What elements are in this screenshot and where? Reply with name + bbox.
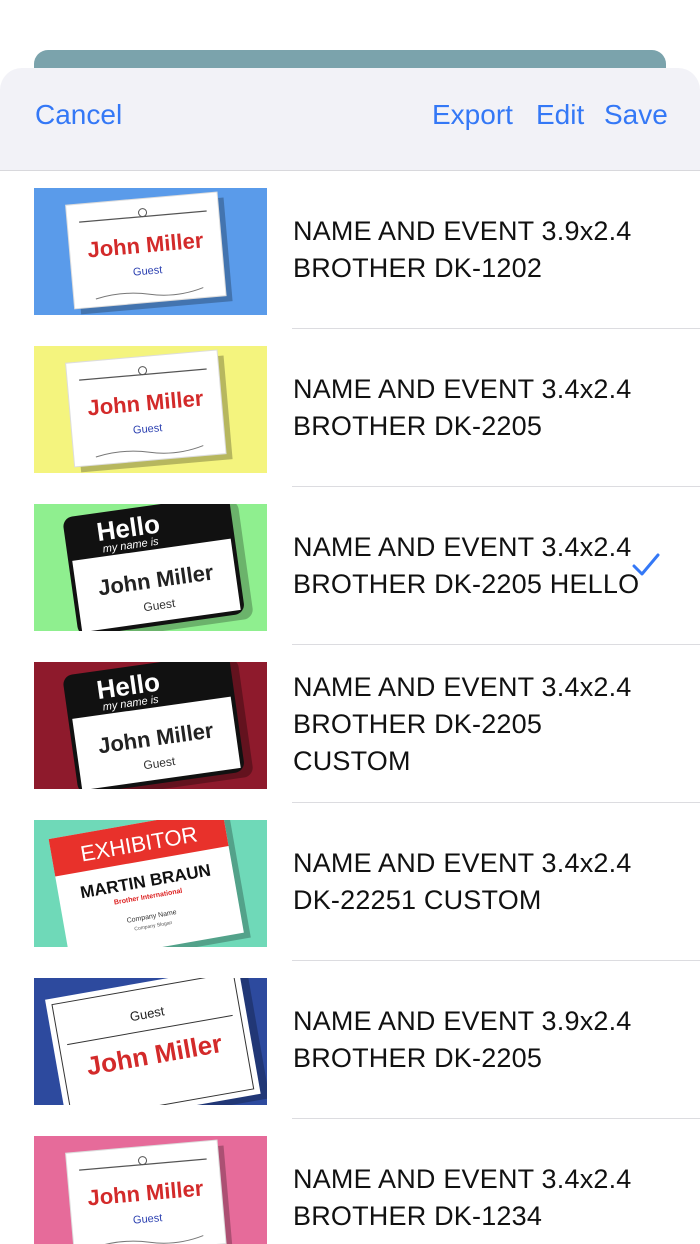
cancel-button[interactable]: Cancel: [35, 98, 122, 132]
template-title: NAME AND EVENT 3.9x2.4 BROTHER DK-2205: [293, 1006, 632, 1073]
template-title: NAME AND EVENT 3.4x2.4 BROTHER DK-2205 H…: [293, 532, 640, 599]
template-title: NAME AND EVENT 3.4x2.4 BROTHER DK-2205 C…: [293, 671, 632, 776]
template-list: John Miller Guest NAME AND EVENT 3.9x2.4…: [0, 171, 700, 1244]
badge-subtitle: Guest: [133, 264, 163, 279]
template-title: NAME AND EVENT 3.9x2.4 BROTHER DK-1202: [293, 216, 632, 283]
checkmark-icon: [632, 553, 660, 576]
badge-subtitle: Guest: [133, 1212, 163, 1227]
save-button[interactable]: Save: [604, 98, 668, 132]
template-picker-sheet: Cancel Export Edit Save John Miller Gues…: [0, 68, 700, 1244]
list-item[interactable]: John Miller Guest NAME AND EVENT 3.9x2.4…: [0, 171, 700, 329]
template-title: NAME AND EVENT 3.4x2.4 BROTHER DK-1234: [293, 1164, 632, 1231]
list-item[interactable]: Hello my name is John Miller Guest NAME …: [0, 487, 700, 645]
template-thumbnail: Hello my name is John Miller Guest: [34, 504, 267, 631]
list-item[interactable]: EXHIBITOR MARTIN BRAUN Brother Internati…: [0, 803, 700, 961]
list-item[interactable]: Guest John Miller NAME AND EVENT 3.9x2.4…: [0, 961, 700, 1119]
template-thumbnail: Hello my name is John Miller Guest: [34, 662, 267, 789]
edit-button[interactable]: Edit: [536, 98, 584, 132]
export-button[interactable]: Export: [432, 98, 513, 132]
template-title: NAME AND EVENT 3.4x2.4 DK-22251 CUSTOM: [293, 848, 632, 915]
badge-subtitle: Guest: [133, 422, 163, 437]
navigation-bar: Cancel Export Edit Save: [0, 68, 700, 171]
list-item[interactable]: Hello my name is John Miller Guest NAME …: [0, 645, 700, 803]
list-item[interactable]: John Miller Guest NAME AND EVENT 3.4x2.4…: [0, 329, 700, 487]
template-thumbnail: John Miller Guest: [34, 346, 267, 473]
template-thumbnail: Guest John Miller: [34, 978, 267, 1105]
template-thumbnail: John Miller Guest: [34, 1136, 267, 1244]
list-item[interactable]: John Miller Guest NAME AND EVENT 3.4x2.4…: [0, 1119, 700, 1244]
template-thumbnail: EXHIBITOR MARTIN BRAUN Brother Internati…: [34, 820, 267, 947]
template-thumbnail: John Miller Guest: [34, 188, 267, 315]
template-title: NAME AND EVENT 3.4x2.4 BROTHER DK-2205: [293, 374, 632, 441]
